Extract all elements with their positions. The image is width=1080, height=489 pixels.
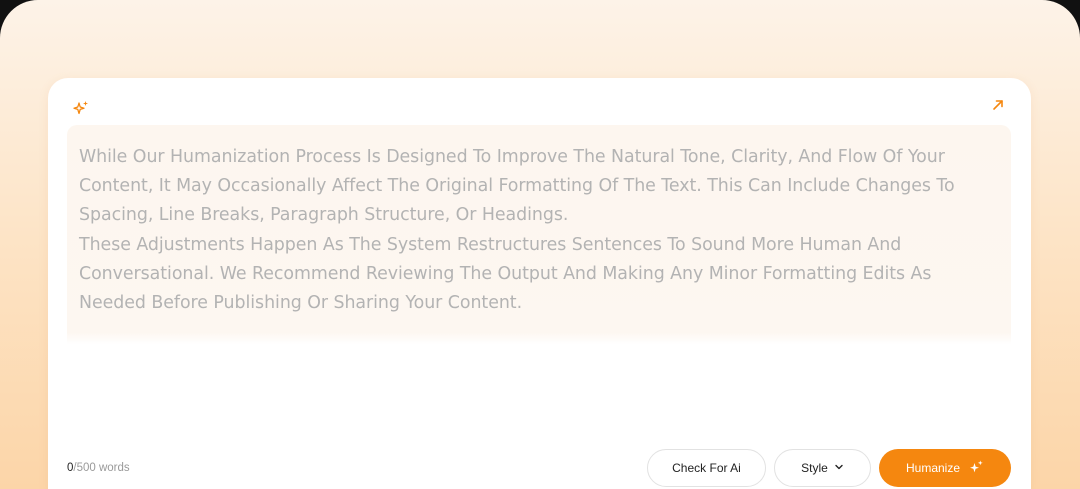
app-screen: While Our Humanization Process Is Design… [0,0,1080,489]
style-label: Style [801,461,828,475]
check-for-ai-button[interactable]: Check For Ai [647,449,766,487]
sparkle-icon [72,99,90,117]
style-dropdown[interactable]: Style [774,449,871,487]
word-limit-label: /500 words [73,462,130,474]
text-input-area[interactable]: While Our Humanization Process Is Design… [67,125,1011,430]
check-for-ai-label: Check For Ai [672,461,741,475]
humanize-label: Humanize [905,461,961,475]
chevron-down-icon [834,461,844,475]
humanize-button[interactable]: Humanize [879,449,1011,487]
expand-icon[interactable] [991,98,1005,112]
humanizer-card: While Our Humanization Process Is Design… [48,78,1031,489]
humanize-sparkle-icon [968,459,984,478]
word-counter: 0/500 words [67,462,130,474]
placeholder-paragraph-2: These Adjustments Happen As The System R… [79,234,932,314]
placeholder-paragraph-1: While Our Humanization Process Is Design… [79,147,955,226]
